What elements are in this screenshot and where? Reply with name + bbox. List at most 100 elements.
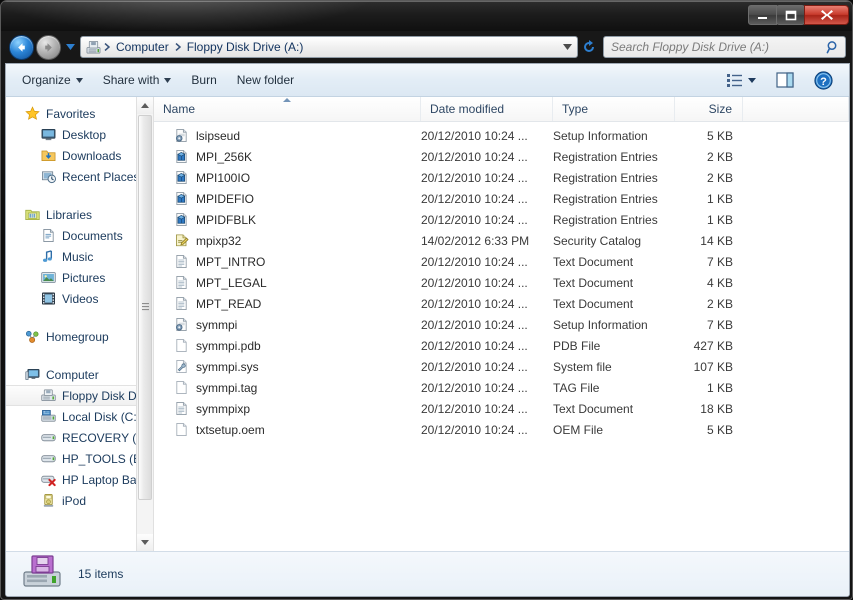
column-header-size[interactable]: Size (675, 97, 743, 121)
sidebar-item-downloads[interactable]: Downloads (6, 145, 153, 166)
system-file-icon (173, 359, 189, 375)
sidebar-item-computer[interactable]: Computer (6, 364, 153, 385)
sidebar-item-desktop[interactable]: Desktop (6, 124, 153, 145)
share-with-button[interactable]: Share with (93, 68, 182, 92)
table-row[interactable]: MPT_INTRO 20/12/2010 10:24 ... Text Docume… (154, 251, 849, 272)
file-name-label: MPT_READ (196, 296, 262, 311)
file-size-cell: 107 KB (693, 359, 733, 374)
registration-entries-icon (173, 191, 189, 207)
history-dropdown-button[interactable] (63, 35, 77, 60)
sidebar-item-videos[interactable]: Videos (6, 288, 153, 309)
star-icon (24, 106, 40, 122)
table-row[interactable]: MPT_READ 20/12/2010 10:24 ... Text Documen… (154, 293, 849, 314)
table-row[interactable]: symmpixp 20/12/2010 10:24 ... Text Documen… (154, 398, 849, 419)
file-date-cell: 20/12/2010 10:24 ... (421, 212, 528, 227)
desktop-icon (40, 127, 56, 143)
sidebar-item-homegroup[interactable]: Homegroup (6, 326, 153, 347)
file-name-label: symmpixp (196, 401, 251, 416)
table-row[interactable]: MPI100IO 20/12/2010 10:24 ... Registration… (154, 167, 849, 188)
file-name-label: MPI100IO (196, 170, 251, 185)
sidebar-item-recent-places[interactable]: Recent Places (6, 166, 153, 187)
column-header-date-modified[interactable]: Date modified (421, 97, 553, 121)
help-button[interactable]: ? (804, 68, 843, 92)
maximize-button[interactable] (776, 5, 805, 25)
picture-icon (40, 270, 56, 286)
text-document-icon (173, 254, 189, 270)
scroll-up-arrow[interactable] (137, 97, 153, 114)
column-header-type[interactable]: Type (553, 97, 675, 121)
burn-button[interactable]: Burn (181, 68, 226, 92)
sidebar-item-music[interactable]: Music (6, 246, 153, 267)
table-row[interactable]: MPIDEFIO 20/12/2010 10:24 ... Registration… (154, 188, 849, 209)
organize-button[interactable]: Organize (12, 68, 93, 92)
sidebar-item-hp-tools-e[interactable]: HP_TOOLS (E:) (6, 448, 153, 469)
table-row[interactable]: MPIDFBLK 20/12/2010 10:24 ... Registration… (154, 209, 849, 230)
sidebar-item-ipod[interactable]: iPod (6, 490, 153, 511)
table-row[interactable]: MPT_LEGAL 20/12/2010 10:24 ... Text Docume… (154, 272, 849, 293)
preview-pane-icon (776, 72, 794, 88)
close-button[interactable] (804, 5, 849, 25)
column-header-label: Date modified (430, 102, 505, 116)
new-folder-button[interactable]: New folder (227, 68, 304, 92)
security-catalog-icon (173, 233, 189, 249)
breadcrumb-address-bar[interactable]: Computer Floppy Disk Drive (A:) (80, 36, 578, 58)
sidebar-item-local-disk-c[interactable]: Local Disk (C:) (6, 406, 153, 427)
help-question-icon: ? (814, 70, 833, 90)
scroll-down-arrow[interactable] (137, 534, 153, 551)
search-icon[interactable] (825, 39, 841, 55)
music-note-icon (40, 249, 56, 265)
column-header-filler (743, 97, 849, 121)
preview-pane-button[interactable] (766, 68, 804, 92)
breadcrumb-item-floppy-disk-drive[interactable]: Floppy Disk Drive (A:) (184, 39, 307, 55)
homegroup-icon (24, 329, 40, 345)
file-type-cell: Text Document (553, 296, 634, 311)
main-split: Favorites Desktop Downloads Recent Place… (6, 97, 849, 551)
sidebar-item-hp-laptop-backup[interactable]: HP Laptop Backup (6, 469, 153, 490)
table-row[interactable]: txtsetup.oem 20/12/2010 10:24 ... OEM File… (154, 419, 849, 440)
sidebar-label: iPod (62, 493, 87, 508)
sidebar-item-favorites[interactable]: Favorites (6, 103, 153, 124)
file-name-cell: MPIDEFIO (154, 191, 421, 207)
sidebar-label: Downloads (62, 148, 122, 163)
document-icon (40, 228, 56, 244)
table-row[interactable]: symmpi.pdb 20/12/2010 10:24 ... PDB File 42… (154, 335, 849, 356)
address-dropdown-icon[interactable] (559, 44, 575, 50)
sidebar-item-documents[interactable]: Documents (6, 225, 153, 246)
search-box[interactable] (603, 36, 846, 58)
table-row[interactable]: symmpi.sys 20/12/2010 10:24 ... System fil… (154, 356, 849, 377)
file-name-label: lsipseud (196, 128, 241, 143)
column-headers: Name Date modified Type Size (154, 97, 849, 122)
table-row[interactable]: lsipseud 20/12/2010 10:24 ... Setup Inform… (154, 125, 849, 146)
breadcrumb-separator-icon[interactable] (101, 43, 113, 51)
sidebar-item-recovery-d[interactable]: RECOVERY (D:) (6, 427, 153, 448)
drive-icon (40, 430, 56, 446)
scrollbar-track[interactable] (137, 501, 153, 534)
sidebar-item-libraries[interactable]: Libraries (6, 204, 153, 225)
file-date-cell: 20/12/2010 10:24 ... (421, 254, 528, 269)
table-row[interactable]: symmpi 20/12/2010 10:24 ... Setup Informat… (154, 314, 849, 335)
breadcrumb-item-computer[interactable]: Computer (113, 39, 172, 55)
sidebar-label: Recent Places (62, 169, 140, 184)
search-input[interactable] (611, 40, 825, 54)
minimize-button[interactable] (748, 5, 777, 25)
sidebar-item-floppy-disk-drive[interactable]: Floppy Disk Drive (A:) (6, 385, 153, 406)
file-name-cell: MPI100IO (154, 170, 421, 186)
navigation-pane: Favorites Desktop Downloads Recent Place… (6, 97, 154, 551)
table-row[interactable]: symmpi.tag 20/12/2010 10:24 ... TAG File 1 … (154, 377, 849, 398)
scrollbar-thumb[interactable] (138, 115, 152, 500)
navigation-pane-scrollbar[interactable] (136, 97, 153, 551)
refresh-button[interactable] (578, 39, 600, 55)
file-type-cell: OEM File (553, 422, 604, 437)
sidebar-item-pictures[interactable]: Pictures (6, 267, 153, 288)
organize-label: Organize (22, 73, 71, 87)
back-button[interactable] (9, 34, 34, 60)
forward-button[interactable] (36, 34, 61, 60)
file-size-cell: 2 KB (706, 170, 733, 185)
new-folder-label: New folder (236, 73, 295, 87)
breadcrumb-separator-icon[interactable] (172, 43, 184, 51)
floppy-disk-drive-icon (22, 554, 62, 595)
table-row[interactable]: MPI_256K 20/12/2010 10:24 ... Registration… (154, 146, 849, 167)
table-row[interactable]: mpixp32 14/02/2012 6:33 PM Security Catalo… (154, 230, 849, 251)
column-header-name[interactable]: Name (154, 97, 421, 121)
view-options-button[interactable] (717, 68, 766, 92)
